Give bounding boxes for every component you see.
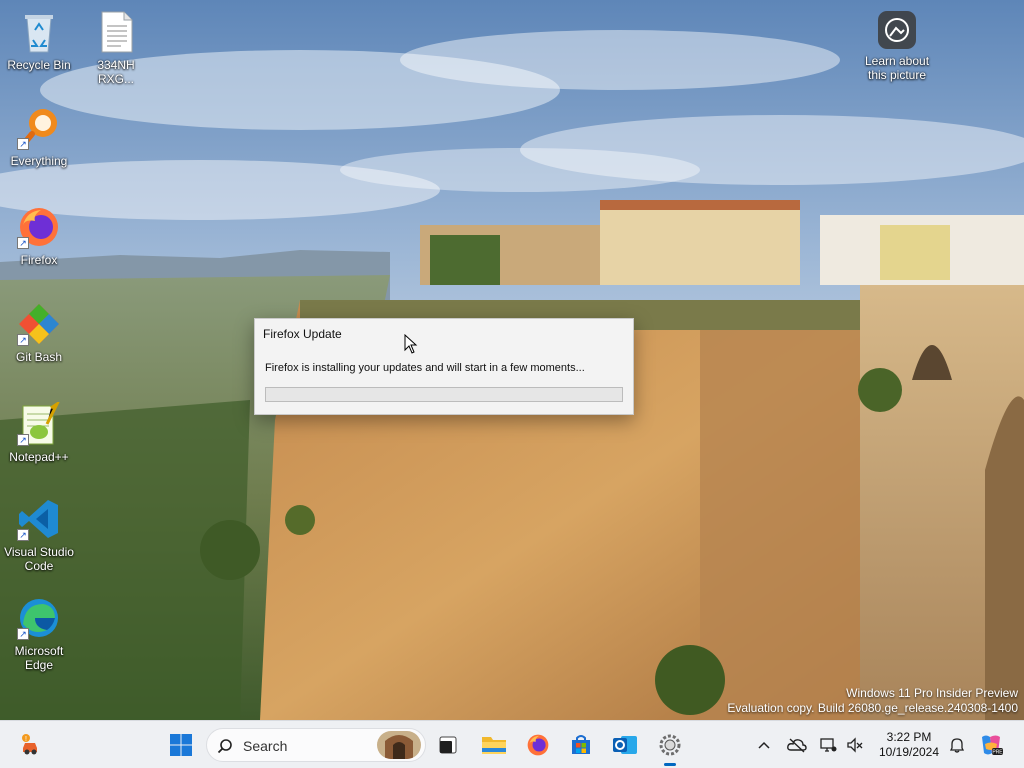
svg-text:PRE: PRE (992, 750, 1003, 756)
update-progress-bar (265, 387, 623, 402)
search-icon (217, 739, 232, 754)
copilot-icon: PRE (982, 735, 1003, 756)
volume-button[interactable] (842, 729, 868, 761)
vscode-icon: ↗ (17, 497, 61, 541)
volume-muted-icon (847, 737, 863, 753)
desktop-icon-recycle-bin[interactable]: Recycle Bin (1, 10, 77, 72)
task-view-icon (439, 736, 457, 754)
outlook-icon (613, 736, 637, 754)
chevron-up-icon (758, 741, 770, 749)
desktop-icon-label: Firefox (20, 253, 58, 267)
desktop-icon-notepad-plus-plus[interactable]: ↗ Notepad++ (1, 402, 77, 464)
network-icon (820, 738, 837, 752)
text-file-icon (94, 10, 138, 54)
shortcut-arrow-icon: ↗ (17, 237, 29, 249)
everything-search-icon: ↗ (17, 106, 61, 150)
shortcut-arrow-icon: ↗ (17, 138, 29, 150)
notifications-button[interactable] (944, 729, 970, 761)
desktop-icon-label: Visual Studio Code (4, 545, 74, 573)
firefox-icon: ↗ (17, 205, 61, 249)
svg-text:!: ! (25, 736, 27, 743)
desktop-icon-vscode[interactable]: ↗ Visual Studio Code (1, 497, 77, 573)
outlook-button[interactable] (609, 729, 641, 761)
widgets-icon: ! (22, 734, 37, 755)
camera-icon (877, 10, 917, 50)
settings-icon (659, 734, 681, 756)
onedrive-button[interactable] (784, 729, 810, 761)
show-hidden-icons-button[interactable] (752, 729, 776, 761)
desktop-icon-firefox[interactable]: ↗ Firefox (1, 205, 77, 267)
settings-button[interactable] (654, 729, 686, 766)
notepad-plus-plus-icon: ↗ (17, 402, 61, 446)
desktop-icon-everything[interactable]: ↗ Everything (1, 106, 77, 168)
start-icon (170, 734, 192, 756)
recycle-bin-icon (17, 10, 61, 54)
learn-about-picture-button[interactable]: Learn about this picture (858, 10, 936, 82)
taskbar: ! Search 3:22 PM 10/19/2024 PRE (0, 720, 1024, 768)
firefox-icon (527, 734, 549, 756)
firefox-update-dialog: Firefox Update Firefox is installing you… (254, 318, 634, 415)
desktop-icon-text-file[interactable]: 334NH RXG... (78, 10, 154, 86)
task-view-button[interactable] (432, 729, 464, 761)
file-explorer-icon (482, 737, 506, 754)
clock[interactable]: 3:22 PM 10/19/2024 (872, 730, 946, 760)
microsoft-store-icon (572, 735, 590, 754)
desktop-icon-git-bash[interactable]: ↗ Git Bash (1, 302, 77, 364)
os-watermark: Windows 11 Pro Insider Preview Evaluatio… (727, 686, 1018, 716)
desktop-icon-label: Everything (10, 154, 68, 168)
shortcut-arrow-icon: ↗ (17, 529, 29, 541)
microsoft-store-button[interactable] (565, 729, 597, 761)
dialog-message: Firefox is installing your updates and w… (265, 362, 585, 374)
search-highlight-image (377, 731, 421, 759)
search-label: Search (243, 738, 288, 754)
dialog-title: Firefox Update (263, 327, 342, 341)
edge-icon: ↗ (17, 596, 61, 640)
taskbar-search-box[interactable]: Search (206, 728, 426, 762)
copilot-button[interactable]: PRE (976, 729, 1006, 761)
desktop-icon-label: Notepad++ (9, 450, 69, 464)
git-bash-icon: ↗ (17, 302, 61, 346)
desktop-icon-label: Recycle Bin (7, 58, 71, 72)
desktop-icon-label: Microsoft Edge (14, 644, 64, 672)
shortcut-arrow-icon: ↗ (17, 334, 29, 346)
taskbar-firefox-button[interactable] (522, 729, 554, 761)
watermark-line-2: Evaluation copy. Build 26080.ge_release.… (727, 701, 1018, 715)
active-app-indicator (664, 763, 676, 766)
desktop-icon-label: 334NH RXG... (97, 58, 135, 86)
clock-date: 10/19/2024 (878, 745, 940, 759)
network-button[interactable] (815, 729, 841, 761)
clock-time: 3:22 PM (886, 730, 932, 744)
watermark-line-1: Windows 11 Pro Insider Preview (846, 686, 1018, 700)
desktop-icon-label: Learn about this picture (864, 54, 930, 82)
desktop-icon-edge[interactable]: ↗ Microsoft Edge (1, 596, 77, 672)
widgets-button[interactable]: ! (14, 729, 46, 761)
desktop-icon-label: Git Bash (15, 350, 63, 364)
shortcut-arrow-icon: ↗ (17, 434, 29, 446)
file-explorer-button[interactable] (478, 729, 510, 761)
mouse-cursor-icon (404, 334, 418, 354)
notification-icon (949, 738, 965, 753)
shortcut-arrow-icon: ↗ (17, 628, 29, 640)
onedrive-icon (787, 738, 807, 753)
start-button[interactable] (165, 729, 197, 761)
